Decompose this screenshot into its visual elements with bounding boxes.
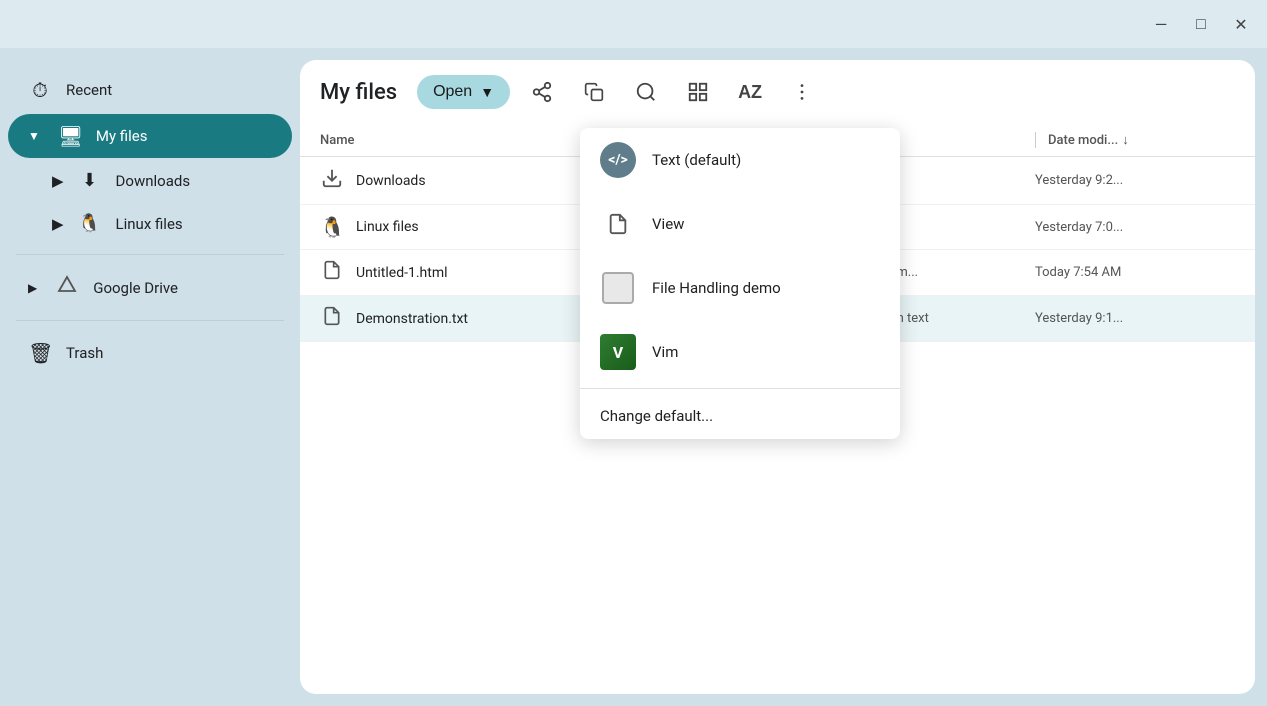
sidebar-item-trash-label: Trash (66, 344, 103, 362)
vim-icon: V (600, 334, 636, 370)
open-dropdown-arrow: ▼ (480, 84, 494, 100)
sidebar-item-trash[interactable]: 🗑 Trash (8, 331, 292, 375)
downloads-file-icon (320, 167, 344, 194)
open-button-label: Open (433, 83, 472, 101)
text-default-icon: </> (600, 142, 636, 178)
chevron-right-icon-2: ▶ (52, 215, 64, 233)
dropdown-item-vim-label: Vim (652, 343, 678, 361)
share-button[interactable] (522, 72, 562, 112)
dropdown-item-text-default[interactable]: </> Text (default) (580, 128, 900, 192)
untitled-file-icon (320, 260, 344, 285)
sidebar-item-google-drive[interactable]: ▶ Google Drive (8, 265, 292, 310)
dropdown-item-file-handling-label: File Handling demo (652, 279, 781, 297)
dropdown-item-view[interactable]: View (580, 192, 900, 256)
google-drive-icon (55, 275, 79, 300)
maximize-button[interactable]: □ (1191, 14, 1211, 34)
dropdown-item-text-default-label: Text (default) (652, 151, 741, 169)
open-button[interactable]: Open ▼ (417, 75, 510, 109)
chevron-down-icon: ▼ (28, 129, 40, 143)
linux-file-icon: 🐧 (320, 215, 344, 239)
demonstration-file-icon (320, 306, 344, 331)
sidebar-item-downloads[interactable]: ▶ ⬇ Downloads (8, 160, 292, 201)
more-options-button[interactable] (782, 72, 822, 112)
file-date-linux: Yesterday 7:0... (1035, 220, 1235, 235)
open-dropdown-menu: </> Text (default) View File Handling de… (580, 128, 900, 439)
app-container: ⏱ Recent ▼ 🖥 My files ▶ ⬇ Downloads ▶ 🐧 … (0, 48, 1267, 706)
trash-icon: 🗑 (28, 341, 52, 365)
sidebar: ⏱ Recent ▼ 🖥 My files ▶ ⬇ Downloads ▶ 🐧 … (0, 60, 300, 694)
downloads-icon: ⬇ (78, 170, 102, 191)
sidebar-item-linux-files[interactable]: ▶ 🐧 Linux files (8, 203, 292, 244)
view-icon (600, 206, 636, 242)
close-button[interactable]: ✕ (1231, 14, 1251, 34)
sidebar-item-recent[interactable]: ⏱ Recent (8, 68, 292, 112)
sidebar-item-downloads-label: Downloads (116, 172, 191, 190)
title-bar: — □ ✕ (0, 0, 1267, 48)
chevron-right-icon: ▶ (52, 172, 64, 190)
toolbar: My files Open ▼ (300, 60, 1255, 124)
sidebar-item-my-files[interactable]: ▼ 🖥 My files (8, 114, 292, 158)
chevron-right-icon-3: ▶ (28, 281, 37, 295)
copy-button[interactable] (574, 72, 614, 112)
sidebar-divider-2 (16, 320, 284, 321)
file-date-demonstration: Yesterday 9:1... (1035, 311, 1235, 326)
dropdown-item-view-label: View (652, 215, 684, 233)
dropdown-item-vim[interactable]: V Vim (580, 320, 900, 384)
sort-icon: AZ (738, 82, 762, 103)
sidebar-item-recent-label: Recent (66, 81, 112, 99)
sidebar-item-linux-files-label: Linux files (116, 215, 183, 233)
dropdown-change-default[interactable]: Change default... (580, 393, 900, 439)
file-date-untitled: Today 7:54 AM (1035, 265, 1235, 280)
minimize-button[interactable]: — (1151, 14, 1171, 34)
grid-view-button[interactable] (678, 72, 718, 112)
sidebar-item-my-files-label: My files (96, 127, 148, 145)
sidebar-item-google-drive-label: Google Drive (93, 279, 178, 297)
header-date-modified[interactable]: Date modi... ↓ (1035, 132, 1235, 148)
dropdown-divider (580, 388, 900, 389)
file-handling-icon (600, 270, 636, 306)
page-title: My files (320, 80, 397, 105)
linux-files-icon: 🐧 (78, 213, 102, 234)
file-date-downloads: Yesterday 9:2... (1035, 173, 1235, 188)
dropdown-item-file-handling[interactable]: File Handling demo (580, 256, 900, 320)
main-panel: My files Open ▼ (300, 60, 1255, 694)
my-files-icon: 🖥 (58, 124, 82, 148)
dropdown-change-default-label: Change default... (600, 407, 713, 425)
sidebar-divider-1 (16, 254, 284, 255)
sort-button[interactable]: AZ (730, 72, 770, 112)
search-button[interactable] (626, 72, 666, 112)
recent-icon: ⏱ (28, 78, 52, 102)
